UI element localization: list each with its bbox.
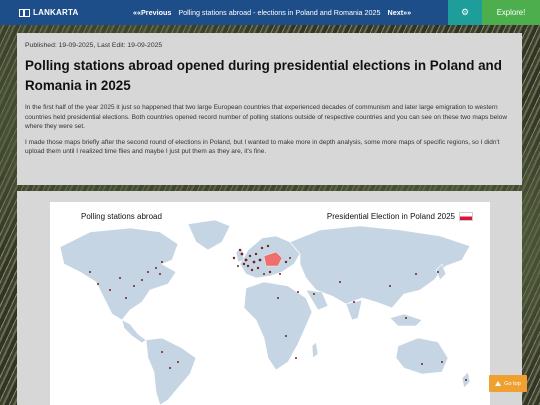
go-top-label: Go top xyxy=(504,380,521,387)
election-title: Presidential Election in Poland 2025 xyxy=(326,212,455,221)
second-paragraph: I made those maps briefly after the seco… xyxy=(25,138,500,156)
poland-flag-icon xyxy=(459,212,473,221)
arrow-up-icon xyxy=(495,381,502,386)
map-card: Polling stations abroad Presidential Ele… xyxy=(17,191,522,405)
intro-paragraph: In the first half of the year 2025 it ju… xyxy=(25,104,508,131)
map-title-left: Polling stations abroad xyxy=(81,212,162,221)
previous-link[interactable]: ««Previous xyxy=(133,8,171,17)
article-card: Published: 19-09-2025, Last Edit: 19-09-… xyxy=(17,33,522,185)
article-navigation: ««Previous Polling stations abroad - ele… xyxy=(133,0,411,25)
map-logo-icon xyxy=(19,8,30,17)
explore-button[interactable]: Explore! xyxy=(482,0,540,25)
go-top-button[interactable]: Go top xyxy=(489,375,527,392)
logo-text: LANKARTA xyxy=(33,8,79,17)
publish-date: Published: 19-09-2025, Last Edit: 19-09-… xyxy=(25,42,163,49)
next-link[interactable]: Next»» xyxy=(388,8,412,17)
current-article-link[interactable]: Polling stations abroad - elections in P… xyxy=(178,8,380,17)
gear-icon: ⚙ xyxy=(460,7,470,17)
top-navigation-bar: LANKARTA ««Previous Polling stations abr… xyxy=(0,0,540,25)
site-logo[interactable]: LANKARTA xyxy=(19,8,78,17)
map-title-right: Presidential Election in Poland 2025 xyxy=(327,212,473,221)
world-map-graphic xyxy=(59,219,471,405)
world-map[interactable]: Polling stations abroad Presidential Ele… xyxy=(50,202,490,405)
page-title: Polling stations abroad opened during pr… xyxy=(25,58,502,93)
settings-button[interactable]: ⚙ xyxy=(448,0,482,25)
